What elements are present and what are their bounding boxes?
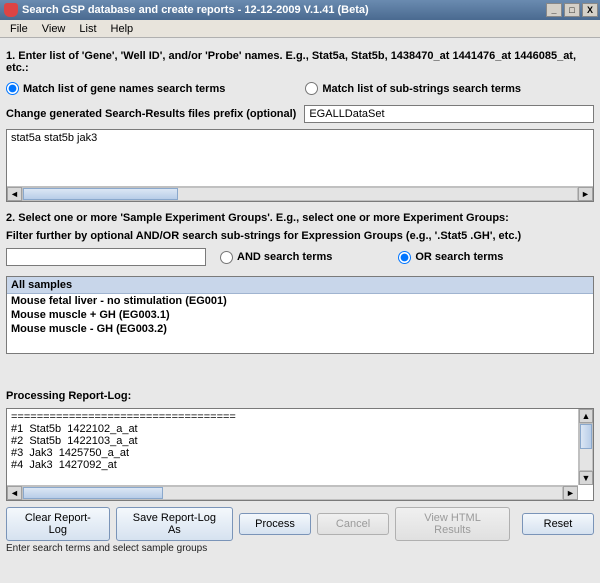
radio-gene-names-input[interactable] (6, 82, 19, 95)
button-row: Clear Report-Log Save Report-Log As Proc… (6, 507, 594, 541)
radio-or-label: OR search terms (415, 251, 503, 263)
process-button[interactable]: Process (239, 513, 311, 535)
radio-sub-strings-input[interactable] (305, 82, 318, 95)
minimize-button[interactable]: _ (546, 3, 562, 17)
maximize-button[interactable]: □ (564, 3, 580, 17)
menu-file[interactable]: File (4, 22, 34, 36)
radio-gene-names[interactable]: Match list of gene names search terms (6, 82, 225, 95)
radio-and-input[interactable] (220, 251, 233, 264)
sample-groups-listbox[interactable]: All samples Mouse fetal liver - no stimu… (6, 276, 594, 354)
radio-gene-names-label: Match list of gene names search terms (23, 83, 225, 95)
cancel-button: Cancel (317, 513, 389, 535)
view-html-results-button: View HTML Results (395, 507, 510, 541)
menu-list[interactable]: List (73, 22, 102, 36)
radio-and[interactable]: AND search terms (220, 251, 332, 264)
section1-label: 1. Enter list of 'Gene', 'Well ID', and/… (6, 50, 594, 74)
vscroll-track[interactable] (579, 423, 593, 471)
scroll-left-icon[interactable]: ◄ (7, 486, 22, 500)
scroll-thumb[interactable] (23, 487, 163, 499)
scroll-thumb[interactable] (23, 188, 178, 200)
section2-label: 2. Select one or more 'Sample Experiment… (6, 212, 594, 224)
scroll-right-icon[interactable]: ► (563, 486, 578, 500)
scroll-track[interactable] (22, 486, 563, 500)
list-item[interactable]: Mouse fetal liver - no stimulation (EG00… (7, 294, 593, 308)
filter-label: Filter further by optional AND/OR search… (6, 230, 594, 242)
window-title: Search GSP database and create reports -… (22, 4, 546, 16)
radio-and-label: AND search terms (237, 251, 332, 263)
scroll-down-icon[interactable]: ▼ (579, 471, 593, 485)
search-terms-wrap: ◄ ► (6, 129, 594, 202)
scroll-right-icon[interactable]: ► (578, 187, 593, 201)
close-button[interactable]: X (582, 3, 598, 17)
report-log-label: Processing Report-Log: (6, 390, 594, 402)
filter-input[interactable] (6, 248, 206, 266)
radio-or-input[interactable] (398, 251, 411, 264)
scroll-left-icon[interactable]: ◄ (7, 187, 22, 201)
scroll-track[interactable] (22, 187, 578, 201)
report-log-area: =================================== #1 S… (6, 408, 594, 501)
report-log-content[interactable]: =================================== #1 S… (7, 409, 593, 485)
clear-report-log-button[interactable]: Clear Report-Log (6, 507, 110, 541)
java-icon (4, 3, 18, 17)
titlebar: Search GSP database and create reports -… (0, 0, 600, 20)
search-terms-hscroll[interactable]: ◄ ► (7, 186, 593, 201)
list-item[interactable]: Mouse muscle + GH (EG003.1) (7, 308, 593, 322)
menu-help[interactable]: Help (105, 22, 140, 36)
listbox-header[interactable]: All samples (7, 277, 593, 294)
menu-view[interactable]: View (36, 22, 72, 36)
search-terms-input[interactable] (7, 130, 593, 186)
radio-sub-strings-label: Match list of sub-strings search terms (322, 83, 521, 95)
content: 1. Enter list of 'Gene', 'Well ID', and/… (0, 38, 600, 556)
list-item[interactable]: Mouse muscle - GH (EG003.2) (7, 322, 593, 336)
save-report-log-button[interactable]: Save Report-Log As (116, 507, 233, 541)
scroll-up-icon[interactable]: ▲ (579, 409, 593, 423)
reset-button[interactable]: Reset (522, 513, 594, 535)
prefix-input[interactable] (304, 105, 594, 123)
status-bar: Enter search terms and select sample gro… (6, 543, 594, 554)
menubar: File View List Help (0, 20, 600, 38)
report-log-hscroll[interactable]: ◄ ► (7, 485, 578, 500)
prefix-label: Change generated Search-Results files pr… (6, 108, 296, 120)
window-buttons: _ □ X (546, 3, 598, 17)
radio-sub-strings[interactable]: Match list of sub-strings search terms (305, 82, 521, 95)
radio-or[interactable]: OR search terms (398, 251, 503, 264)
vscroll-thumb[interactable] (580, 424, 592, 449)
report-log-vscroll[interactable]: ▲ ▼ (578, 409, 593, 485)
